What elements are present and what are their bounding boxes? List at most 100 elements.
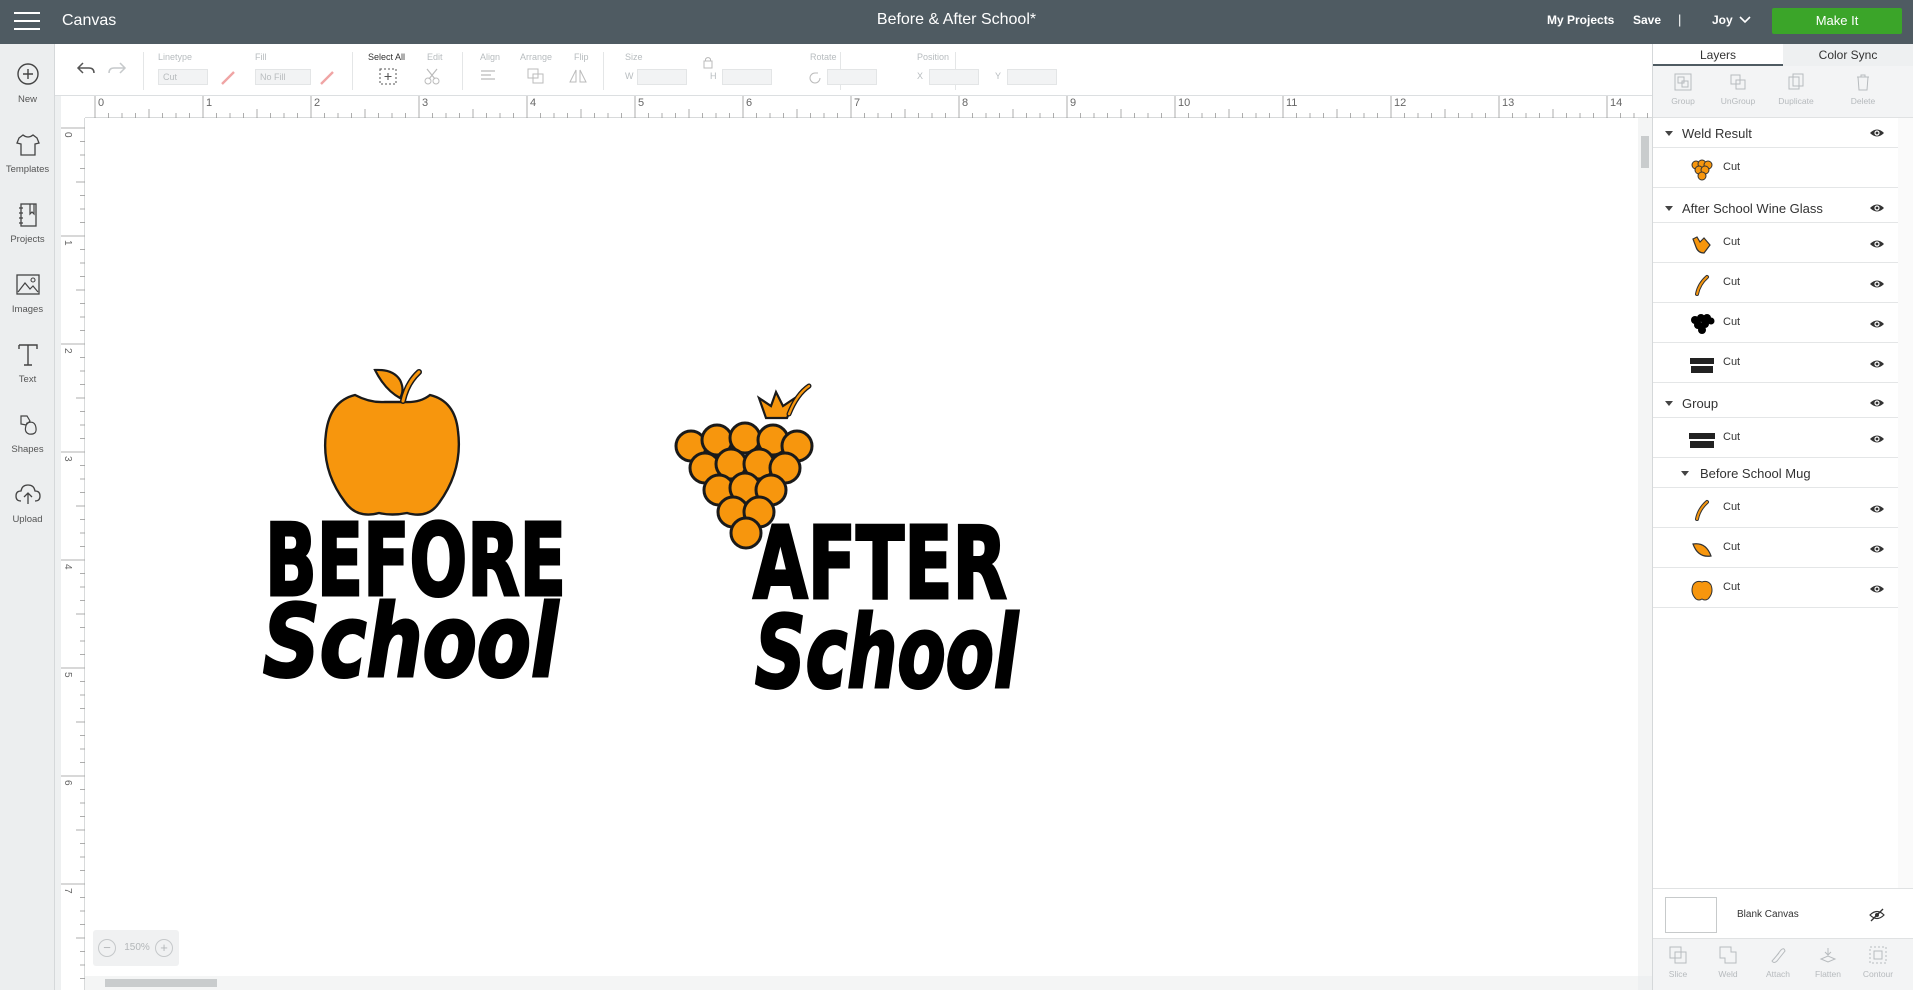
layer-group-mug[interactable]: Before School Mug xyxy=(1653,458,1898,488)
layer-row[interactable]: Cut xyxy=(1653,223,1898,263)
sidebar-item-upload[interactable]: Upload xyxy=(0,480,55,525)
hamburger-menu-icon[interactable] xyxy=(14,12,40,32)
width-label: W xyxy=(625,71,634,81)
duplicate-button[interactable]: Duplicate xyxy=(1771,72,1821,106)
lock-icon[interactable] xyxy=(700,54,716,70)
layer-group-name: Group xyxy=(1682,396,1719,411)
x-position-input[interactable] xyxy=(929,69,979,85)
layer-group-wine-glass[interactable]: After School Wine Glass xyxy=(1653,193,1898,223)
caret-down-icon[interactable] xyxy=(1665,204,1673,212)
layer-actions-bottom: Slice Weld Attach Flatten Contour xyxy=(1653,938,1913,990)
eye-icon[interactable] xyxy=(1869,125,1885,141)
flip-icon[interactable] xyxy=(567,66,589,86)
save-link[interactable]: Save xyxy=(1633,13,1661,27)
layer-row[interactable]: Cut xyxy=(1653,418,1898,458)
ruler-label: 0 xyxy=(62,132,73,138)
make-it-button[interactable]: Make It xyxy=(1772,8,1902,34)
edit-scissors-icon[interactable] xyxy=(423,66,445,86)
undo-icon[interactable] xyxy=(75,58,97,78)
layer-group-weld-result[interactable]: Weld Result xyxy=(1653,118,1898,148)
sidebar-item-images[interactable]: Images xyxy=(0,270,55,315)
align-label: Align xyxy=(480,52,501,62)
fill-color-swatch-icon[interactable] xyxy=(319,70,335,86)
sidebar-item-shapes[interactable]: Shapes xyxy=(0,410,55,455)
rotate-input[interactable] xyxy=(827,69,877,85)
group-button[interactable]: Group xyxy=(1658,72,1708,106)
tab-color-sync[interactable]: Color Sync xyxy=(1783,44,1913,66)
weld-button[interactable]: Weld xyxy=(1703,945,1753,979)
eye-icon[interactable] xyxy=(1869,501,1885,517)
apple-design[interactable] xyxy=(324,368,460,516)
ungroup-button[interactable]: UnGroup xyxy=(1713,72,1763,106)
before-school-text[interactable]: BEFORE School xyxy=(262,501,568,702)
height-input[interactable] xyxy=(722,69,772,85)
slice-button[interactable]: Slice xyxy=(1653,945,1703,979)
eye-icon[interactable] xyxy=(1869,236,1885,252)
image-icon xyxy=(15,274,40,295)
redo-icon[interactable] xyxy=(106,58,128,78)
canvas-color-swatch[interactable] xyxy=(1665,897,1717,933)
edit-label: Edit xyxy=(427,52,443,62)
eye-hidden-icon[interactable] xyxy=(1869,907,1885,923)
align-icon[interactable] xyxy=(478,66,500,86)
my-projects-link[interactable]: My Projects xyxy=(1547,13,1614,27)
user-menu[interactable]: Joy xyxy=(1712,13,1733,27)
attach-button[interactable]: Attach xyxy=(1753,945,1803,979)
layer-row[interactable]: Cut xyxy=(1653,488,1898,528)
caret-down-icon[interactable] xyxy=(1665,399,1673,407)
linetype-color-swatch-icon[interactable] xyxy=(220,70,236,86)
ruler-label: 7 xyxy=(854,97,860,109)
linetype-select[interactable]: Cut xyxy=(158,69,208,85)
cloud-upload-icon xyxy=(14,484,41,504)
svg-text:School: School xyxy=(755,594,1019,711)
after-school-text[interactable]: AFTER School xyxy=(752,504,1021,713)
weld-icon xyxy=(1719,946,1737,964)
sidebar-item-text[interactable]: Text xyxy=(0,340,55,385)
layer-group-group[interactable]: Group xyxy=(1653,388,1898,418)
fill-value: No Fill xyxy=(260,72,286,82)
zoom-in-button[interactable]: + xyxy=(155,939,173,957)
layer-row[interactable]: Cut xyxy=(1653,568,1898,608)
sidebar-item-new[interactable]: New xyxy=(0,60,55,105)
eye-icon[interactable] xyxy=(1869,431,1885,447)
arrange-icon[interactable] xyxy=(525,66,547,86)
chevron-down-icon[interactable] xyxy=(1738,13,1752,27)
eye-icon[interactable] xyxy=(1869,316,1885,332)
sidebar-item-templates[interactable]: Templates xyxy=(0,130,55,175)
eye-icon[interactable] xyxy=(1869,200,1885,216)
eye-icon[interactable] xyxy=(1869,356,1885,372)
eye-icon[interactable] xyxy=(1869,276,1885,292)
text-t-icon xyxy=(17,344,38,366)
scrollbar-thumb[interactable] xyxy=(105,979,217,987)
canvas-horizontal-scrollbar[interactable] xyxy=(85,976,1638,990)
ungroup-label: UnGroup xyxy=(1720,96,1756,106)
width-input[interactable] xyxy=(637,69,687,85)
select-all-icon[interactable] xyxy=(377,66,399,86)
sidebar-label: Upload xyxy=(12,514,43,525)
design-canvas[interactable]: BEFORE School AFTER School xyxy=(85,118,1638,976)
eye-icon[interactable] xyxy=(1869,581,1885,597)
caret-down-icon[interactable] xyxy=(1665,129,1673,137)
flatten-button[interactable]: Flatten xyxy=(1803,945,1853,979)
layer-row[interactable]: Cut xyxy=(1653,263,1898,303)
eye-icon[interactable] xyxy=(1869,395,1885,411)
sidebar-label: New xyxy=(17,94,37,105)
tab-layers[interactable]: Layers xyxy=(1653,44,1783,66)
layer-row[interactable]: Cut xyxy=(1653,148,1898,188)
zoom-out-button[interactable]: − xyxy=(98,939,116,957)
fill-select[interactable]: No Fill xyxy=(255,69,311,85)
ruler-label: 7 xyxy=(62,888,73,894)
caret-down-icon[interactable] xyxy=(1681,469,1689,477)
sidebar-item-projects[interactable]: Projects xyxy=(0,200,55,245)
delete-button[interactable]: Delete xyxy=(1838,72,1888,106)
flip-label: Flip xyxy=(574,52,589,62)
canvas-vertical-scrollbar[interactable] xyxy=(1638,118,1652,976)
layers-scrollbar[interactable] xyxy=(1898,118,1913,930)
layer-row[interactable]: Cut xyxy=(1653,303,1898,343)
layer-row[interactable]: Cut xyxy=(1653,343,1898,383)
eye-icon[interactable] xyxy=(1869,541,1885,557)
y-position-input[interactable] xyxy=(1007,69,1057,85)
layer-row[interactable]: Cut xyxy=(1653,528,1898,568)
contour-button[interactable]: Contour xyxy=(1853,945,1903,979)
scrollbar-thumb[interactable] xyxy=(1641,136,1649,168)
